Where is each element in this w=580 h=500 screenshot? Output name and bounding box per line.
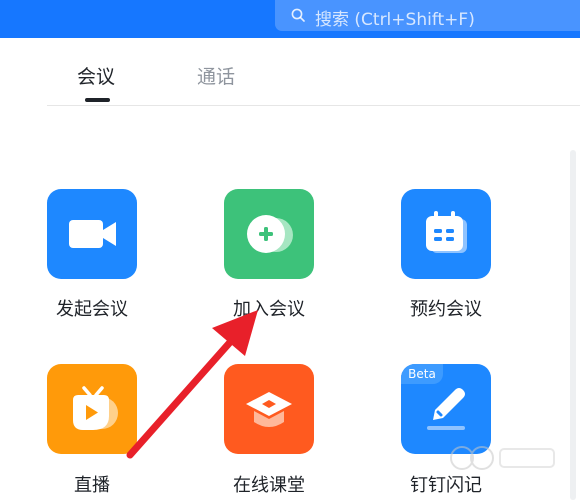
live-stream-button[interactable] [47, 364, 137, 454]
search-box[interactable]: 搜索 (Ctrl+Shift+F) [275, 0, 580, 31]
schedule-meeting-label: 预约会议 [410, 299, 482, 320]
search-placeholder: 搜索 (Ctrl+Shift+F) [315, 10, 475, 30]
scrollbar[interactable] [570, 150, 576, 500]
live-tv-icon [73, 386, 118, 430]
schedule-meeting-button[interactable] [401, 189, 491, 279]
start-meeting-label: 发起会议 [56, 299, 128, 320]
beta-badge: Beta [401, 364, 443, 384]
join-meeting-label: 加入会议 [233, 299, 305, 320]
watermark-logo [450, 446, 555, 470]
live-stream-label: 直播 [74, 475, 110, 496]
calendar-icon [426, 211, 467, 253]
active-tab-indicator [85, 98, 110, 102]
tab-meetings[interactable]: 会议 [77, 62, 115, 89]
graduation-cap-icon [246, 392, 292, 427]
video-camera-icon [69, 220, 116, 248]
online-classroom-button[interactable] [224, 364, 314, 454]
plus-circle-icon [247, 215, 293, 253]
start-meeting-button[interactable] [47, 189, 137, 279]
join-meeting-button[interactable] [224, 189, 314, 279]
tab-calls[interactable]: 通话 [197, 62, 235, 89]
tab-bar: 会议 通话 [47, 38, 580, 106]
online-classroom-label: 在线课堂 [233, 475, 305, 496]
top-bar: 搜索 (Ctrl+Shift+F) [0, 0, 580, 38]
search-icon [291, 8, 305, 22]
